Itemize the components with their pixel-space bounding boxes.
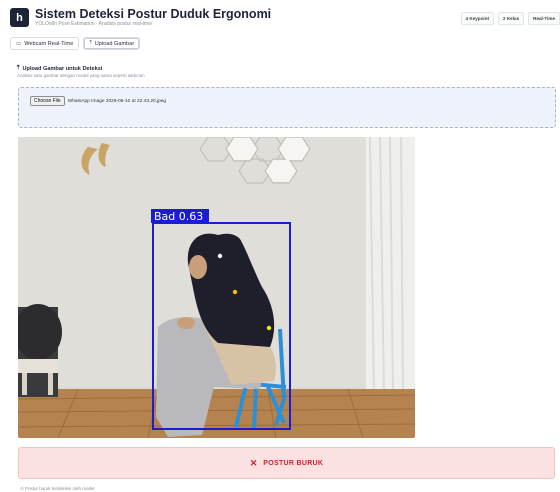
choose-file-button[interactable]: Choose File — [30, 96, 65, 106]
app-logo: h — [10, 8, 29, 27]
upload-icon: ⤒ — [17, 65, 20, 71]
upload-section-header: ⤒ Upload Gambar untuk Deteksi Analisis s… — [17, 65, 145, 78]
detection-label: Bad 0.63 — [154, 210, 203, 223]
keypoint-head — [217, 253, 223, 259]
close-icon: ✕ — [249, 457, 258, 468]
tab-upload-label: Upload Gambar — [94, 40, 135, 47]
detection-image: Bad 0.63 — [18, 137, 415, 438]
app-subtitle: YOLOv8n Pose Estimation · Analisis postu… — [35, 21, 152, 27]
badge-kelas: 2 Kelas — [498, 12, 525, 25]
detection-image-svg: Bad 0.63 — [18, 137, 415, 438]
keypoint-shoulder — [232, 289, 238, 295]
app-title: Sistem Deteksi Postur Duduk Ergonomi — [35, 7, 272, 21]
keypoint-hip — [266, 325, 272, 331]
camera-icon: ▭ — [16, 40, 22, 47]
upload-title-text: Upload Gambar untuk Deteksi — [22, 65, 103, 72]
upload-icon: ⤒ — [89, 40, 92, 46]
app-titles: Sistem Deteksi Postur Duduk Ergonomi YOL… — [35, 7, 271, 28]
selected-file-name: WhatsApp Image 2026-06-10 at 22.43.20.jp… — [67, 98, 167, 104]
mode-tabs: ▭ Webcam Real-Time ⤒ Upload Gambar — [10, 37, 141, 50]
tab-webcam-label: Webcam Real-Time — [24, 40, 74, 47]
upload-title: ⤒ Upload Gambar untuk Deteksi — [17, 65, 145, 72]
info-badges: 4 Keypoint 2 Kelas Real-Time — [460, 12, 560, 25]
upload-description: Analisis satu gambar dengan model yang s… — [17, 73, 145, 78]
tab-webcam[interactable]: ▭ Webcam Real-Time — [10, 37, 80, 50]
badge-realtime: Real-Time — [528, 12, 560, 25]
result-text: POSTUR BURUK — [263, 459, 324, 467]
file-input[interactable]: Choose File WhatsApp Image 2026-06-10 at… — [30, 96, 166, 106]
upload-dropzone[interactable]: Choose File WhatsApp Image 2026-06-10 at… — [18, 87, 556, 128]
tab-upload[interactable]: ⤒ Upload Gambar — [83, 37, 141, 50]
app-header: h Sistem Deteksi Postur Duduk Ergonomi Y… — [0, 0, 560, 35]
person-face — [189, 255, 207, 279]
result-banner: ✕ POSTUR BURUK — [18, 447, 555, 479]
person-hands — [177, 317, 195, 329]
result-footnote: ⊙ Postur buruk terdeteksi oleh model — [20, 486, 95, 491]
stool — [18, 359, 58, 373]
badge-keypoint: 4 Keypoint — [460, 12, 495, 25]
